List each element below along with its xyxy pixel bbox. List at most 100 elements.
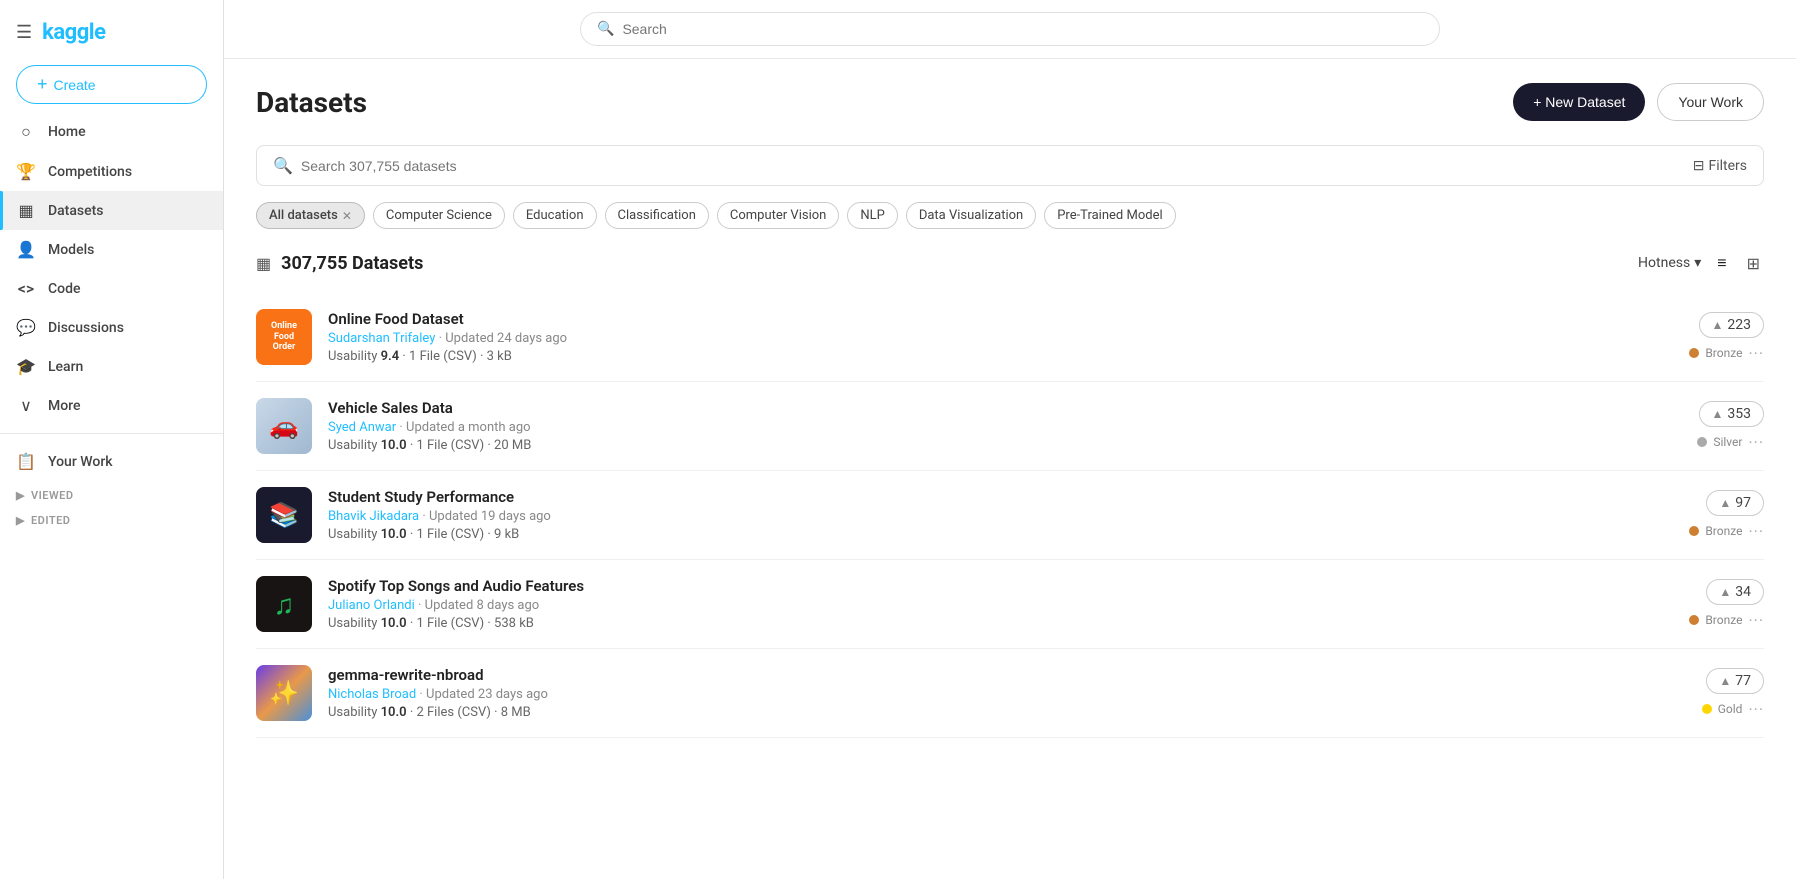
edited-section[interactable]: ▶ EDITED <box>0 506 223 531</box>
more-icon: ∨ <box>16 396 36 415</box>
more-options-icon[interactable]: ··· <box>1748 344 1764 363</box>
gold-medal-icon <box>1702 704 1712 714</box>
create-button[interactable]: + Create <box>16 65 207 104</box>
dataset-search-input[interactable] <box>301 158 1685 174</box>
dataset-right: ▲ 223 Bronze ··· <box>1689 312 1764 363</box>
upvote-icon: ▲ <box>1712 318 1724 332</box>
search-icon: 🔍 <box>597 21 614 37</box>
your-work-button[interactable]: Your Work <box>1657 83 1764 121</box>
filter-button[interactable]: ⊟ Filters <box>1693 158 1747 174</box>
bronze-medal-icon <box>1689 348 1699 358</box>
tag-computer-science[interactable]: Computer Science <box>373 202 505 229</box>
page-content: Datasets + New Dataset Your Work 🔍 ⊟ Fil… <box>224 59 1796 879</box>
tag-data-visualization[interactable]: Data Visualization <box>906 202 1036 229</box>
home-icon: ○ <box>16 122 36 142</box>
dataset-meta: Juliano Orlandi · Updated 8 days ago <box>328 598 1673 613</box>
dataset-item: 📚 Student Study Performance Bhavik Jikad… <box>256 471 1764 560</box>
dataset-meta: Bhavik Jikadara · Updated 19 days ago <box>328 509 1673 524</box>
dataset-right: ▲ 353 Silver ··· <box>1697 401 1764 452</box>
vote-button[interactable]: ▲ 353 <box>1699 401 1765 427</box>
upvote-icon: ▲ <box>1719 585 1731 599</box>
dataset-info: Student Study Performance Bhavik Jikadar… <box>328 488 1673 542</box>
sidebar-item-label: Home <box>48 124 86 140</box>
medal-row: Silver ··· <box>1697 433 1764 452</box>
dataset-usability: Usability 10.0 · 1 File (CSV) · 9 kB <box>328 527 1673 542</box>
sidebar-item-label: Your Work <box>48 454 113 470</box>
sidebar-item-datasets[interactable]: ▦ Datasets <box>0 191 223 230</box>
new-dataset-button[interactable]: + New Dataset <box>1513 83 1645 121</box>
sort-button[interactable]: Hotness ▾ <box>1638 255 1701 271</box>
dataset-thumbnail: ♫ <box>256 576 312 632</box>
tags-row: All datasets ✕ Computer Science Educatio… <box>256 202 1764 229</box>
dataset-search-bar[interactable]: 🔍 ⊟ Filters <box>256 145 1764 186</box>
sidebar-item-home[interactable]: ○ Home <box>0 112 223 152</box>
list-view-button[interactable]: ≡ <box>1713 249 1730 277</box>
vote-button[interactable]: ▲ 34 <box>1706 579 1764 605</box>
vote-button[interactable]: ▲ 223 <box>1699 312 1765 338</box>
plus-icon: + <box>37 74 48 95</box>
sidebar-item-label: Datasets <box>48 203 103 219</box>
dataset-name[interactable]: Student Study Performance <box>328 488 1673 506</box>
sidebar-item-label: Models <box>48 242 94 258</box>
tag-nlp[interactable]: NLP <box>847 202 897 229</box>
sidebar-header: ☰ kaggle <box>0 8 223 57</box>
tag-education[interactable]: Education <box>513 202 597 229</box>
page-header: Datasets + New Dataset Your Work <box>256 83 1764 121</box>
search-input[interactable] <box>622 21 1423 37</box>
more-options-icon[interactable]: ··· <box>1748 433 1764 452</box>
count-row: ▦ 307,755 Datasets Hotness ▾ ≡ ⊞ <box>256 249 1764 277</box>
tag-classification[interactable]: Classification <box>605 202 709 229</box>
dataset-info: Online Food Dataset Sudarshan Trifaley ·… <box>328 310 1673 364</box>
sidebar-item-code[interactable]: <> Code <box>0 269 223 308</box>
tag-close-icon[interactable]: ✕ <box>342 209 352 223</box>
viewed-section[interactable]: ▶ VIEWED <box>0 481 223 506</box>
tag-pre-trained-model[interactable]: Pre-Trained Model <box>1044 202 1175 229</box>
top-search-bar: 🔍 <box>224 0 1796 59</box>
medal-row: Bronze ··· <box>1689 522 1764 541</box>
dataset-info: Spotify Top Songs and Audio Features Jul… <box>328 577 1673 631</box>
tag-computer-vision[interactable]: Computer Vision <box>717 202 839 229</box>
dataset-right: ▲ 97 Bronze ··· <box>1689 490 1764 541</box>
more-options-icon[interactable]: ··· <box>1748 611 1764 630</box>
sidebar-item-label: Competitions <box>48 164 132 180</box>
vote-button[interactable]: ▲ 97 <box>1706 490 1764 516</box>
page-title: Datasets <box>256 86 367 119</box>
medal-row: Gold ··· <box>1702 700 1764 719</box>
upvote-icon: ▲ <box>1719 674 1731 688</box>
more-options-icon[interactable]: ··· <box>1748 522 1764 541</box>
dataset-count: 307,755 Datasets <box>281 253 423 274</box>
dataset-thumbnail: OnlineFoodOrder <box>256 309 312 365</box>
sidebar-item-models[interactable]: 👤 Models <box>0 230 223 269</box>
dataset-name[interactable]: Vehicle Sales Data <box>328 399 1681 417</box>
dataset-thumbnail: 🚗 <box>256 398 312 454</box>
sidebar-item-your-work[interactable]: 📋 Your Work <box>0 442 223 481</box>
sidebar-item-learn[interactable]: 🎓 Learn <box>0 347 223 386</box>
sidebar: ☰ kaggle + Create ○ Home 🏆 Competitions … <box>0 0 224 879</box>
expand-icon: ▶ <box>16 489 25 502</box>
dataset-right: ▲ 77 Gold ··· <box>1702 668 1764 719</box>
code-icon: <> <box>16 279 36 298</box>
expand-icon: ▶ <box>16 514 25 527</box>
dataset-meta: Nicholas Broad · Updated 23 days ago <box>328 687 1686 702</box>
medal-row: Bronze ··· <box>1689 611 1764 630</box>
filter-icon: ⊟ <box>1693 158 1705 174</box>
dataset-right: ▲ 34 Bronze ··· <box>1689 579 1764 630</box>
dataset-name[interactable]: gemma-rewrite-nbroad <box>328 666 1686 684</box>
more-options-icon[interactable]: ··· <box>1748 700 1764 719</box>
tag-all-datasets[interactable]: All datasets ✕ <box>256 202 365 229</box>
sidebar-item-more[interactable]: ∨ More <box>0 386 223 425</box>
vote-button[interactable]: ▲ 77 <box>1706 668 1764 694</box>
global-search[interactable]: 🔍 <box>580 12 1440 46</box>
sidebar-item-label: Learn <box>48 359 83 375</box>
grid-view-button[interactable]: ⊞ <box>1743 250 1764 277</box>
dataset-info: gemma-rewrite-nbroad Nicholas Broad · Up… <box>328 666 1686 720</box>
dataset-name[interactable]: Spotify Top Songs and Audio Features <box>328 577 1673 595</box>
sidebar-item-discussions[interactable]: 💬 Discussions <box>0 308 223 347</box>
competitions-icon: 🏆 <box>16 162 36 181</box>
sidebar-item-competitions[interactable]: 🏆 Competitions <box>0 152 223 191</box>
sidebar-item-label: Code <box>48 281 80 297</box>
dataset-usability: Usability 10.0 · 2 Files (CSV) · 8 MB <box>328 705 1686 720</box>
main-content: 🔍 Datasets + New Dataset Your Work 🔍 ⊟ F… <box>224 0 1796 879</box>
dataset-name[interactable]: Online Food Dataset <box>328 310 1673 328</box>
hamburger-icon[interactable]: ☰ <box>16 22 32 43</box>
